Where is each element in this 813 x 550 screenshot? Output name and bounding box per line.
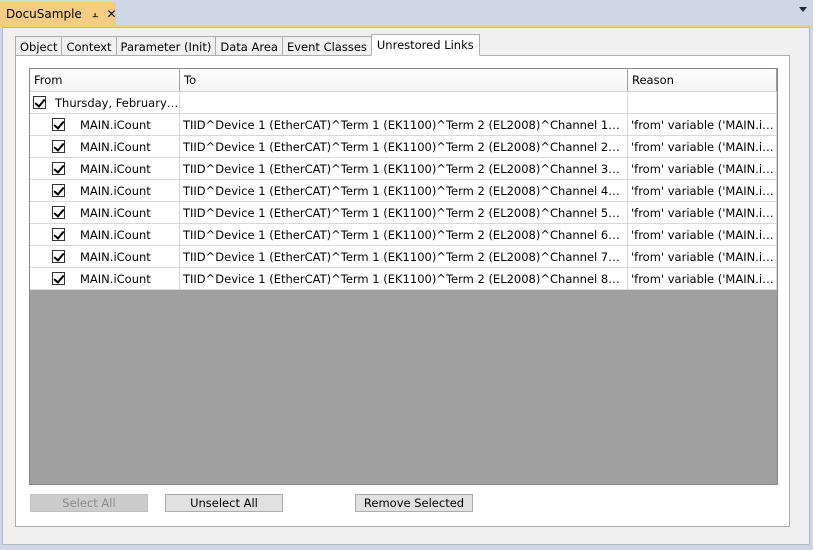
from-cell: MAIN.iCount (30, 158, 180, 180)
to-value: TIID^Device 1 (EtherCAT)^Term 1 (EK1100)… (183, 249, 627, 264)
column-header-to[interactable]: To (180, 69, 628, 91)
reason-value: 'from' variable ('MAIN.iC... (631, 183, 776, 198)
from-value: MAIN.iCount (80, 183, 151, 198)
select-all-button[interactable]: Select All (30, 494, 148, 512)
from-cell: MAIN.iCount (30, 114, 180, 136)
table-row: MAIN.iCount TIID^Device 1 (EtherCAT)^Ter… (30, 180, 777, 202)
to-cell: TIID^Device 1 (EtherCAT)^Term 1 (EK1100)… (180, 202, 628, 224)
from-value: MAIN.iCount (80, 227, 151, 242)
from-value: MAIN.iCount (80, 271, 151, 286)
column-header-from[interactable]: From (30, 69, 180, 91)
from-cell: MAIN.iCount (30, 180, 180, 202)
chevron-down-icon[interactable] (799, 7, 807, 12)
document-tab[interactable]: DocuSample ⫠ ✕ (0, 2, 117, 25)
row-checkbox[interactable] (52, 206, 65, 219)
to-cell: TIID^Device 1 (EtherCAT)^Term 1 (EK1100)… (180, 246, 628, 268)
document-tab-strip: DocuSample ⫠ ✕ (0, 0, 813, 27)
tab-context[interactable]: Context (61, 36, 116, 56)
to-cell: TIID^Device 1 (EtherCAT)^Term 1 (EK1100)… (180, 158, 628, 180)
row-checkbox[interactable] (52, 184, 65, 197)
tab-bar: Object Context Parameter (Init) Data Are… (15, 34, 480, 56)
remove-selected-button[interactable]: Remove Selected (355, 494, 473, 512)
from-cell: MAIN.iCount (30, 136, 180, 158)
row-checkbox[interactable] (52, 118, 65, 131)
reason-value: 'from' variable ('MAIN.iC... (631, 249, 776, 264)
from-cell: MAIN.iCount (30, 268, 180, 290)
table-row: MAIN.iCount TIID^Device 1 (EtherCAT)^Ter… (30, 246, 777, 268)
reason-cell: 'from' variable ('MAIN.iC... (628, 136, 777, 158)
from-cell: MAIN.iCount (30, 224, 180, 246)
tab-data-area[interactable]: Data Area (215, 36, 282, 56)
group-cell: Thursday, February 2... (30, 92, 180, 114)
table-row: MAIN.iCount TIID^Device 1 (EtherCAT)^Ter… (30, 158, 777, 180)
to-value: TIID^Device 1 (EtherCAT)^Term 1 (EK1100)… (183, 183, 627, 198)
to-value: TIID^Device 1 (EtherCAT)^Term 1 (EK1100)… (183, 227, 627, 242)
row-checkbox[interactable] (52, 250, 65, 263)
row-checkbox[interactable] (52, 140, 65, 153)
to-value: TIID^Device 1 (EtherCAT)^Term 1 (EK1100)… (183, 271, 627, 286)
from-value: MAIN.iCount (80, 139, 151, 154)
from-value: MAIN.iCount (80, 205, 151, 220)
to-value: TIID^Device 1 (EtherCAT)^Term 1 (EK1100)… (183, 117, 627, 132)
to-value: TIID^Device 1 (EtherCAT)^Term 1 (EK1100)… (183, 205, 627, 220)
reason-cell: 'from' variable ('MAIN.iC... (628, 180, 777, 202)
reason-value: 'from' variable ('MAIN.iC... (631, 205, 776, 220)
reason-cell: 'from' variable ('MAIN.iC... (628, 246, 777, 268)
links-grid: From To Reason Thursday, February 2... M… (29, 68, 778, 485)
to-cell: TIID^Device 1 (EtherCAT)^Term 1 (EK1100)… (180, 224, 628, 246)
tab-unrestored-links[interactable]: Unrestored Links (370, 34, 480, 56)
tab-parameter-init[interactable]: Parameter (Init) (115, 36, 216, 56)
group-row: Thursday, February 2... (30, 92, 777, 114)
to-cell: TIID^Device 1 (EtherCAT)^Term 1 (EK1100)… (180, 180, 628, 202)
reason-cell: 'from' variable ('MAIN.iC... (628, 224, 777, 246)
unrestored-links-page: From To Reason Thursday, February 2... M… (15, 55, 790, 527)
table-row: MAIN.iCount TIID^Device 1 (EtherCAT)^Ter… (30, 136, 777, 158)
group-reason-cell (628, 92, 777, 114)
table-row: MAIN.iCount TIID^Device 1 (EtherCAT)^Ter… (30, 268, 777, 290)
to-cell: TIID^Device 1 (EtherCAT)^Term 1 (EK1100)… (180, 136, 628, 158)
tab-object[interactable]: Object (15, 36, 62, 56)
close-icon[interactable]: ✕ (106, 7, 116, 21)
from-value: MAIN.iCount (80, 249, 151, 264)
to-value: TIID^Device 1 (EtherCAT)^Term 1 (EK1100)… (183, 139, 627, 154)
tab-event-classes[interactable]: Event Classes (281, 36, 371, 56)
unselect-all-button[interactable]: Unselect All (165, 494, 283, 512)
row-checkbox[interactable] (52, 228, 65, 241)
content-panel: Object Context Parameter (Init) Data Are… (2, 27, 810, 545)
reason-value: 'from' variable ('MAIN.iC... (631, 161, 776, 176)
reason-value: 'from' variable ('MAIN.iC... (631, 139, 776, 154)
pin-icon[interactable]: ⫠ (92, 7, 99, 21)
to-value: TIID^Device 1 (EtherCAT)^Term 1 (EK1100)… (183, 161, 627, 176)
table-row: MAIN.iCount TIID^Device 1 (EtherCAT)^Ter… (30, 202, 777, 224)
document-tab-title: DocuSample (6, 6, 82, 21)
group-checkbox[interactable] (33, 96, 46, 109)
row-checkbox[interactable] (52, 272, 65, 285)
table-row: MAIN.iCount TIID^Device 1 (EtherCAT)^Ter… (30, 114, 777, 136)
reason-value: 'from' variable ('MAIN.iC... (631, 117, 776, 132)
from-value: MAIN.iCount (80, 117, 151, 132)
row-checkbox[interactable] (52, 162, 65, 175)
reason-cell: 'from' variable ('MAIN.iC... (628, 202, 777, 224)
to-cell: TIID^Device 1 (EtherCAT)^Term 1 (EK1100)… (180, 268, 628, 290)
grid-header: From To Reason (30, 69, 777, 92)
from-cell: MAIN.iCount (30, 246, 180, 268)
to-cell: TIID^Device 1 (EtherCAT)^Term 1 (EK1100)… (180, 114, 628, 136)
reason-cell: 'from' variable ('MAIN.iC... (628, 114, 777, 136)
column-header-reason[interactable]: Reason (628, 69, 777, 91)
from-cell: MAIN.iCount (30, 202, 180, 224)
reason-value: 'from' variable ('MAIN.iC... (631, 271, 776, 286)
reason-value: 'from' variable ('MAIN.iC... (631, 227, 776, 242)
group-label: Thursday, February 2... (55, 95, 179, 110)
from-value: MAIN.iCount (80, 161, 151, 176)
table-row: MAIN.iCount TIID^Device 1 (EtherCAT)^Ter… (30, 224, 777, 246)
reason-cell: 'from' variable ('MAIN.iC... (628, 158, 777, 180)
group-to-cell (180, 92, 628, 114)
reason-cell: 'from' variable ('MAIN.iC... (628, 268, 777, 290)
editor-window: DocuSample ⫠ ✕ Object Context Parameter … (0, 0, 813, 550)
